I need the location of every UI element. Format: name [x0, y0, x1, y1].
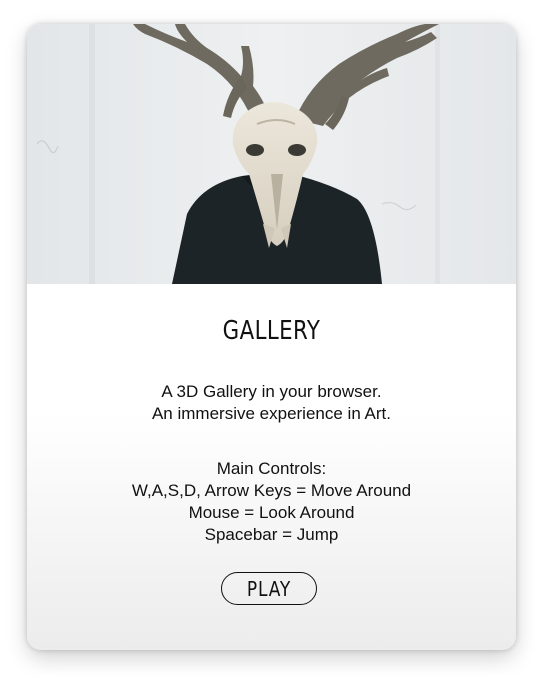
controls-heading: Main Controls: [216, 459, 327, 478]
intro-line: An immersive experience in Art. [151, 404, 392, 423]
controls-text: Main Controls: W,A,S,D, Arrow Keys = Mov… [27, 458, 516, 546]
gallery-card: GALLERY A 3D Gallery in your browser. An… [27, 24, 516, 650]
controls-line-jump: Spacebar = Jump [204, 525, 339, 544]
play-button[interactable]: PLAY [221, 572, 317, 605]
play-button-label: PLAY [246, 576, 292, 601]
controls-line-look: Mouse = Look Around [188, 503, 355, 522]
intro-text: A 3D Gallery in your browser. An immersi… [27, 381, 516, 425]
page-title: GALLERY [222, 316, 321, 346]
intro-line: A 3D Gallery in your browser. [161, 382, 382, 401]
hero-image [27, 24, 516, 284]
controls-line-move: W,A,S,D, Arrow Keys = Move Around [131, 481, 412, 500]
